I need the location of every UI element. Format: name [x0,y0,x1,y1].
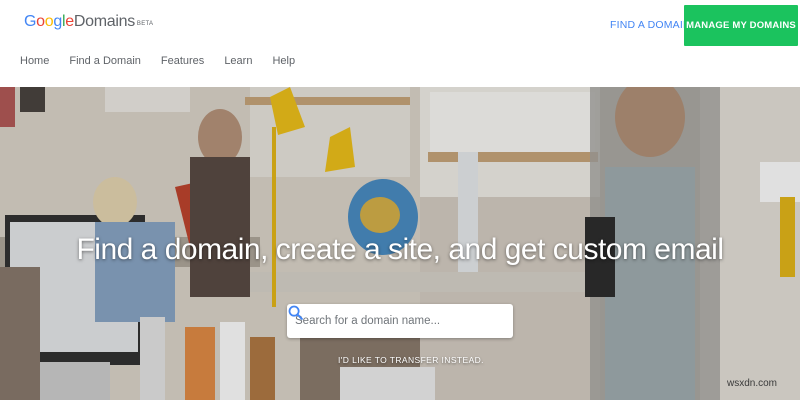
beta-badge: BETA [136,21,154,27]
hero-headline: Find a domain, create a site, and get cu… [76,233,724,266]
logo-domains-text: Domains [73,13,135,30]
nav-item-features[interactable]: Features [161,55,204,67]
main-nav: Home Find a Domain Features Learn Help [20,55,315,67]
watermark-text: wsxdn.com [727,378,778,389]
logo-google-text: Google [24,13,74,30]
nav-item-home[interactable]: Home [20,55,49,67]
find-a-domain-link[interactable]: FIND A DOMAIN [610,19,691,31]
google-domains-logo[interactable]: GoogleDomains BETA [24,13,153,31]
search-icon[interactable] [287,304,304,321]
domain-search-box[interactable] [287,304,513,338]
nav-item-help[interactable]: Help [272,55,295,67]
manage-my-domains-button[interactable]: MANAGE MY DOMAINS [684,5,798,46]
transfer-instead-link[interactable]: I'D LIKE TO TRANSFER INSTEAD. [338,355,484,365]
nav-item-find-a-domain[interactable]: Find a Domain [69,55,141,67]
site-header: GoogleDomains BETA Home Find a Domain Fea… [0,0,800,87]
nav-item-learn[interactable]: Learn [224,55,252,67]
domain-search-input[interactable] [295,309,475,333]
hero-section: Find a domain, create a site, and get cu… [0,87,800,400]
